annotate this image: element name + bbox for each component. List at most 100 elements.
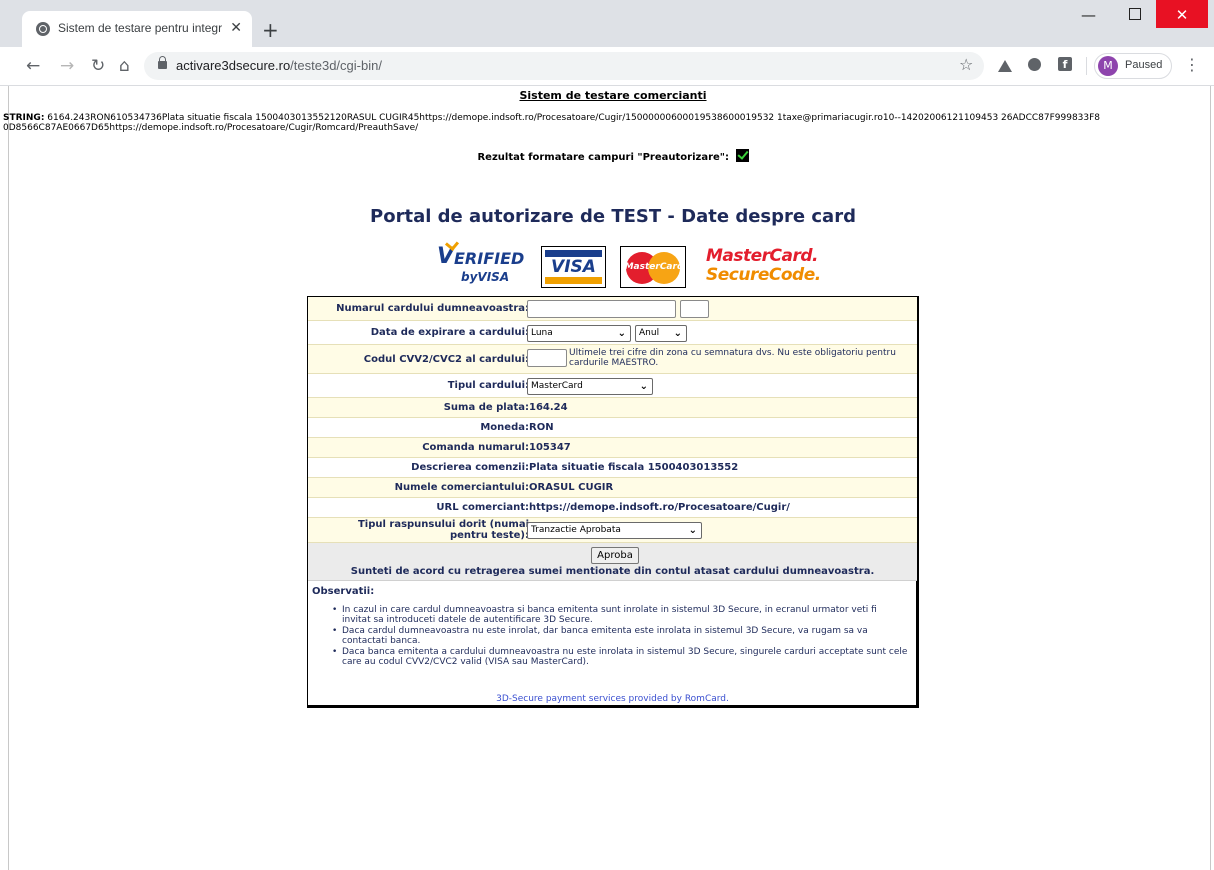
close-window-button[interactable]: ✕ — [1156, 0, 1208, 28]
expiry-month-value: Luna — [531, 328, 553, 338]
chevron-down-icon: ⌄ — [639, 381, 648, 392]
card-number-extra-input[interactable] — [680, 300, 709, 318]
home-icon[interactable]: ⌂ — [119, 55, 130, 77]
profile-button[interactable]: M Paused — [1094, 53, 1172, 79]
order-label: Comanda numarul: — [422, 442, 529, 453]
verified-by-visa-logo: V ERIFIED byVISA — [437, 236, 527, 287]
row-card-type: Tipul cardului: MasterCard ⌄ — [308, 374, 917, 398]
response-type-label-line1: Tipul raspunsului dorit (numai — [357, 519, 529, 530]
checkmark-icon — [735, 149, 749, 162]
profile-status: Paused — [1125, 59, 1163, 71]
address-bar[interactable]: activare3dsecure.ro/teste3d/cgi-bin/ — [144, 52, 984, 80]
visa-logo: VISA — [541, 246, 606, 288]
observations-list: In cazul in care cardul dumneavoastra si… — [328, 605, 908, 668]
observations-title: Observatii: — [312, 586, 375, 597]
browser-tab[interactable]: Sistem de testare pentru integrar ✕ — [22, 11, 252, 47]
tab-title: Sistem de testare pentru integrar — [58, 21, 222, 35]
response-type-label-line2: pentru teste): — [449, 530, 529, 541]
visa-text: VISA — [551, 257, 596, 277]
row-currency: Moneda: RON — [308, 418, 917, 438]
browser-titlebar: Sistem de testare pentru integrar ✕ + — … — [0, 0, 1214, 47]
card-type-value: MasterCard — [531, 381, 583, 391]
minimize-button[interactable]: — — [1066, 0, 1111, 30]
mastercard-text: MasterCard — [624, 262, 684, 272]
visa-blue-band — [545, 250, 602, 257]
row-description: Descrierea comenzii: Plata situatie fisc… — [308, 458, 917, 478]
securecode-line1: MasterCard. — [706, 246, 819, 266]
response-type-select[interactable]: Tranzactie Aprobata ⌄ — [527, 522, 702, 539]
cvv-input[interactable] — [527, 349, 567, 367]
globe-icon — [36, 22, 50, 36]
amount-value: 164.24 — [529, 402, 568, 413]
response-type-label: Tipul raspunsului dorit (numai pentru tes… — [358, 519, 529, 541]
card-number-input[interactable] — [527, 300, 676, 318]
string-label: STRING: — [3, 113, 45, 123]
back-arrow-icon[interactable]: ← — [26, 55, 40, 77]
rezultat-line: Rezultat formatare campuri "Preautorizar… — [0, 149, 1214, 163]
chevron-down-icon: ⌄ — [617, 328, 626, 339]
currency-value: RON — [529, 422, 554, 433]
currency-label: Moneda: — [480, 422, 529, 433]
portal-title: Portal de autorizare de TEST - Date desp… — [370, 206, 856, 227]
vbv-by: by — [461, 270, 478, 284]
vbv-visa: VISA — [477, 270, 510, 284]
amount-label: Suma de plata: — [443, 402, 529, 413]
row-order: Comanda numarul: 105347 — [308, 438, 917, 458]
romcard-footer-link[interactable]: 3D-Secure payment services provided by R… — [308, 694, 917, 704]
description-label: Descrierea comenzii: — [411, 462, 529, 473]
maximize-icon — [1128, 8, 1141, 20]
reload-icon[interactable]: ↻ — [91, 55, 105, 77]
toolbar-divider — [1086, 57, 1087, 75]
row-response-type: Tipul raspunsului dorit (numai pentru tes… — [308, 518, 917, 543]
row-amount: Suma de plata: 164.24 — [308, 398, 917, 418]
response-type-value: Tranzactie Aprobata — [531, 525, 621, 535]
merchant-label: Numele comerciantului: — [394, 482, 529, 493]
drive-icon[interactable] — [998, 60, 1012, 72]
avatar: M — [1098, 56, 1118, 76]
expiry-month-select[interactable]: Luna ⌄ — [527, 325, 631, 342]
tab-close-icon[interactable]: ✕ — [230, 19, 242, 37]
url-host: activare3dsecure.ro — [176, 58, 291, 73]
list-item: In cazul in care cardul dumneavoastra si… — [328, 605, 908, 625]
menu-dots-icon[interactable]: ⋮ — [1184, 55, 1200, 75]
debug-string: STRING: 6164.243RON610534736Plata situat… — [3, 113, 1103, 133]
page-header-title: Sistem de testare comercianti — [519, 89, 707, 102]
forward-arrow-icon[interactable]: → — [60, 55, 74, 77]
approve-button[interactable]: Aproba — [591, 547, 639, 564]
mastercard-logo: MasterCard — [620, 246, 686, 288]
cvv-note: Ultimele trei cifre din zona cu semnatur… — [569, 348, 896, 368]
expiry-label: Data de expirare a cardului: — [370, 327, 529, 338]
rezultat-label: Rezultat formatare campuri "Preautorizar… — [477, 152, 730, 163]
card-type-label: Tipul cardului: — [447, 380, 529, 391]
visa-gold-band — [545, 277, 602, 284]
action-row: Aproba Sunteti de acord cu retragerea su… — [308, 543, 917, 581]
facebook-icon[interactable]: f — [1058, 57, 1072, 71]
row-expiry: Data de expirare a cardului: Luna ⌄ Anul ⌄ — [308, 321, 917, 345]
lock-icon[interactable] — [158, 56, 167, 69]
row-card-number: Numarul cardului dumneavoastra: — [308, 297, 917, 321]
url-text: activare3dsecure.ro/teste3d/cgi-bin/ — [176, 58, 382, 73]
merchant-value: ORASUL CUGIR — [529, 482, 614, 493]
vbv-line1: ERIFIED — [454, 249, 525, 268]
vbv-line2: byVISA — [461, 267, 509, 285]
expiry-year-select[interactable]: Anul ⌄ — [635, 325, 687, 342]
list-item: Daca banca emitenta a cardului dumneavoa… — [328, 647, 908, 667]
securecode-line2: SecureCode. — [706, 265, 821, 285]
url-path: /teste3d/cgi-bin/ — [290, 58, 382, 73]
description-value: Plata situatie fiscala 1500403013552 — [529, 462, 739, 473]
row-cvv: Codul CVV2/CVC2 al cardului: Ultimele tr… — [308, 345, 917, 374]
browser-toolbar: ← → ↻ ⌂ activare3dsecure.ro/teste3d/cgi-… — [0, 47, 1214, 86]
circle-extension-icon[interactable] — [1028, 58, 1041, 71]
star-icon[interactable]: ☆ — [959, 56, 973, 74]
card-type-select[interactable]: MasterCard ⌄ — [527, 378, 653, 395]
order-value: 105347 — [529, 442, 571, 453]
new-tab-button[interactable]: + — [262, 20, 279, 40]
chevron-down-icon: ⌄ — [688, 525, 697, 536]
string-value: 6164.243RON610534736Plata situatie fisca… — [3, 113, 1101, 133]
page-frame-left — [8, 86, 9, 870]
maximize-button[interactable] — [1112, 0, 1157, 30]
chevron-down-icon: ⌄ — [673, 328, 682, 339]
list-item: Daca cardul dumneavoastra nu este inrola… — [328, 626, 908, 646]
expiry-year-value: Anul — [639, 328, 660, 338]
cvv-label: Codul CVV2/CVC2 al cardului: — [363, 354, 529, 365]
